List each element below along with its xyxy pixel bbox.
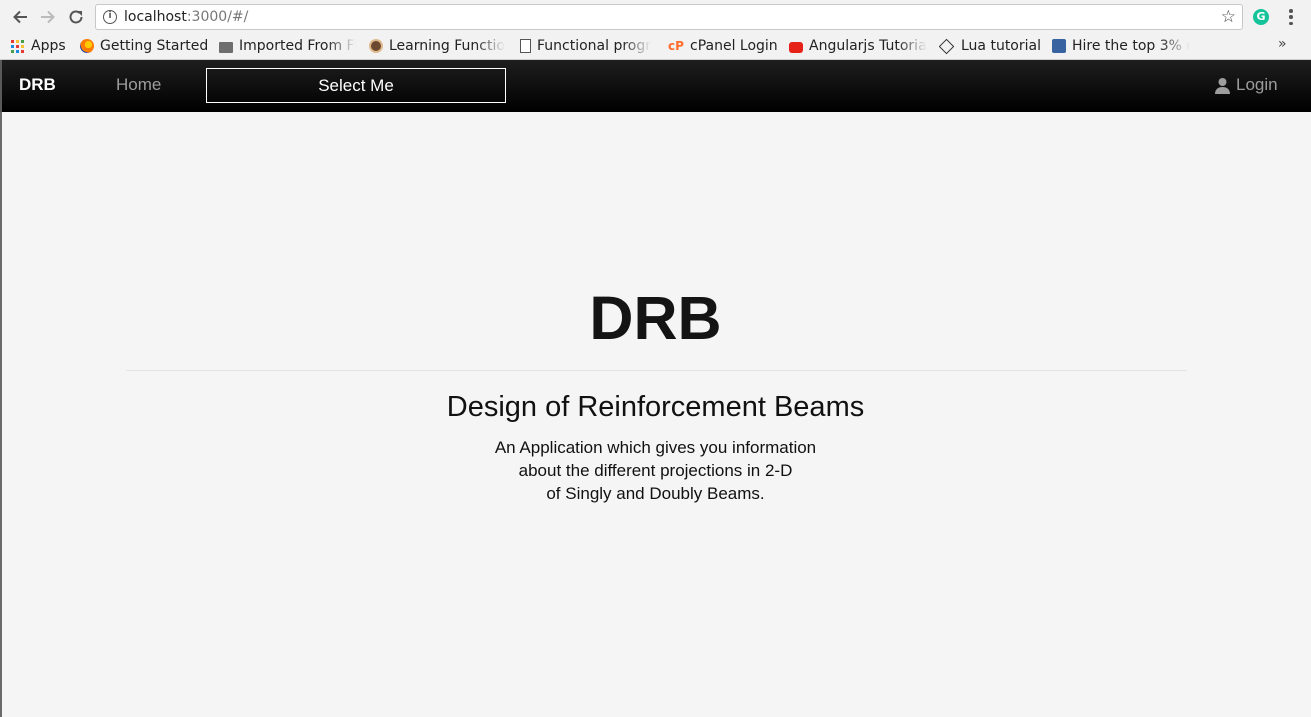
bookmark-star-icon[interactable]: ☆ bbox=[1221, 7, 1236, 27]
apps-grid-icon bbox=[11, 39, 24, 53]
arrow-right-icon bbox=[41, 10, 55, 24]
app-navbar: DRB Home Select Me Login bbox=[0, 60, 1311, 112]
reload-icon bbox=[69, 10, 83, 24]
bookmark-label: Lua tutorial bbox=[961, 38, 1041, 54]
folder-icon bbox=[219, 41, 233, 53]
description-line: about the different projections in 2-D bbox=[518, 461, 793, 480]
page-title: DRB bbox=[589, 284, 722, 352]
login-link[interactable]: Login bbox=[1214, 75, 1278, 95]
user-icon bbox=[1215, 77, 1230, 94]
toptal-icon bbox=[1052, 39, 1066, 53]
firefox-icon bbox=[80, 39, 94, 53]
bookmark-getting-started[interactable]: Getting Started bbox=[80, 36, 208, 56]
description-line: An Application which gives you informati… bbox=[494, 438, 817, 457]
back-button[interactable] bbox=[9, 6, 31, 28]
bookmark-label: Imported From Fi bbox=[239, 38, 356, 54]
info-icon[interactable]: i bbox=[103, 10, 117, 24]
browser-menu-icon[interactable] bbox=[1288, 7, 1294, 27]
bookmark-label: Angularjs Tutoria bbox=[809, 38, 927, 54]
bookmarks-bar: Apps Getting Started Imported From Fi Le… bbox=[0, 34, 1311, 58]
bookmark-label: Getting Started bbox=[100, 38, 208, 54]
diamond-icon bbox=[939, 38, 955, 54]
url-text[interactable]: localhost:3000/#/ bbox=[124, 9, 248, 25]
bookmark-label: Apps bbox=[31, 38, 66, 54]
navbar-brand[interactable]: DRB bbox=[19, 75, 56, 95]
url-host: localhost bbox=[124, 9, 187, 25]
bookmark-lua[interactable]: Lua tutorial bbox=[939, 36, 1041, 56]
address-bar[interactable]: i localhost:3000/#/ ☆ bbox=[95, 4, 1243, 30]
bookmark-imported[interactable]: Imported From Fi bbox=[219, 36, 356, 56]
bookmark-functional[interactable]: Functional progr bbox=[520, 36, 656, 56]
bookmark-apps[interactable]: Apps bbox=[11, 36, 66, 56]
select-me-button[interactable]: Select Me bbox=[206, 68, 506, 103]
avatar-icon bbox=[369, 39, 383, 53]
bookmark-learning[interactable]: Learning Functio bbox=[369, 36, 507, 56]
bookmark-label: Hire the top 3% o bbox=[1072, 38, 1190, 54]
title-divider bbox=[126, 370, 1187, 371]
bookmark-toptal[interactable]: Hire the top 3% o bbox=[1052, 36, 1190, 56]
bookmark-label: cPanel Login bbox=[690, 38, 778, 54]
bookmark-label: Learning Functio bbox=[389, 38, 505, 54]
grammarly-extension-icon[interactable]: G bbox=[1253, 9, 1269, 25]
bookmark-cpanel[interactable]: cP cPanel Login bbox=[668, 36, 778, 56]
reload-button[interactable] bbox=[65, 6, 87, 28]
description-line: of Singly and Doubly Beams. bbox=[546, 484, 765, 503]
nav-home-link[interactable]: Home bbox=[116, 75, 161, 95]
forward-button[interactable] bbox=[37, 6, 59, 28]
login-label: Login bbox=[1236, 75, 1278, 94]
url-path: :3000/#/ bbox=[186, 9, 249, 25]
browser-toolbar: i localhost:3000/#/ ☆ G bbox=[0, 0, 1311, 34]
youtube-icon bbox=[789, 41, 803, 53]
browser-chrome: i localhost:3000/#/ ☆ G Apps Getting Sta… bbox=[0, 0, 1311, 60]
page-subtitle: Design of Reinforcement Beams bbox=[446, 391, 865, 423]
cpanel-icon: cP bbox=[668, 39, 684, 53]
page-description: An Application which gives you informati… bbox=[0, 436, 1311, 505]
bookmarks-overflow-button[interactable]: » bbox=[1278, 36, 1287, 52]
bookmark-label: Functional progr bbox=[537, 38, 652, 54]
bookmark-angularjs[interactable]: Angularjs Tutoria bbox=[789, 36, 927, 56]
arrow-left-icon bbox=[13, 10, 27, 24]
page-icon bbox=[520, 39, 531, 53]
